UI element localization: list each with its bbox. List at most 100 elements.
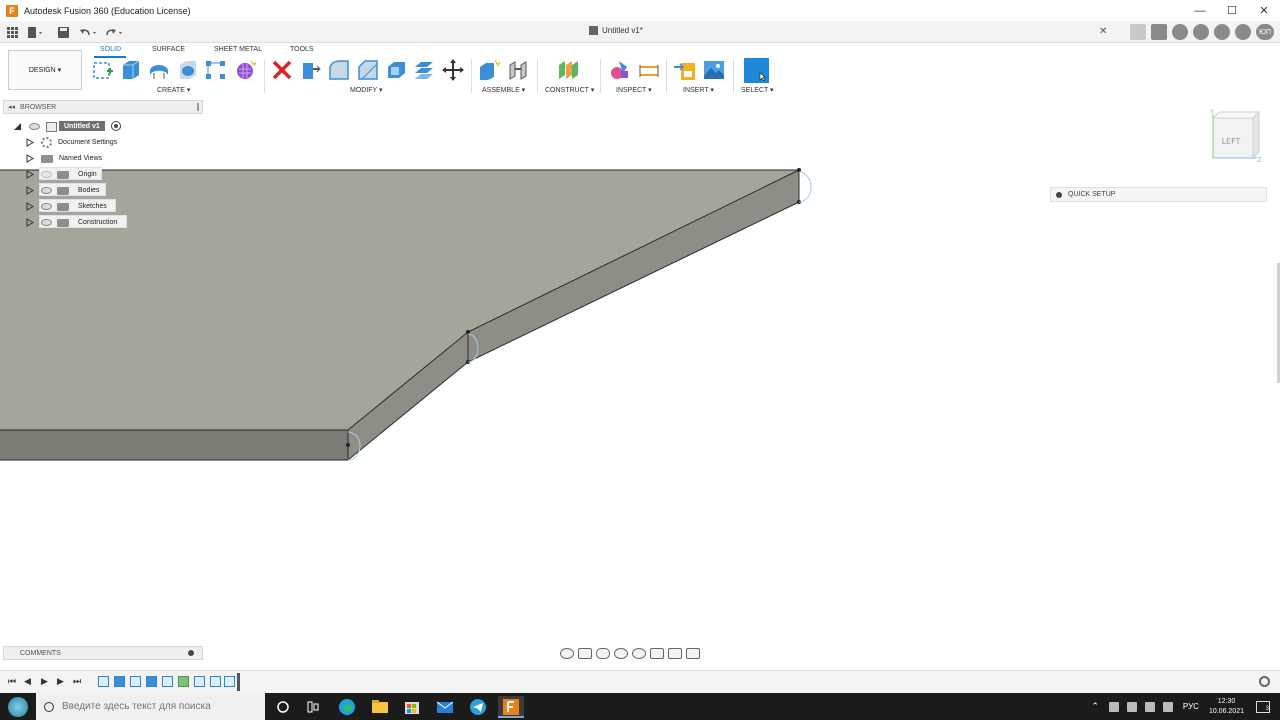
construct-menu[interactable]: CONSTRUCT ▾ [545,86,594,94]
timeline-sketch-feature[interactable] [162,676,173,687]
browser-panel-header[interactable]: ◂◂ BROWSER [3,100,203,114]
fusion-taskbar-icon[interactable] [498,696,524,718]
grid-snaps-icon[interactable] [668,647,682,659]
visibility-eye-icon[interactable] [29,123,40,130]
joint-icon[interactable] [507,59,529,81]
shell-icon[interactable] [385,59,407,81]
chamfer-icon[interactable] [357,59,379,81]
maximize-button[interactable]: ☐ [1216,0,1248,21]
create-form-icon[interactable] [234,59,256,81]
visibility-eye-icon[interactable] [41,203,52,210]
modify-menu[interactable]: MODIFY ▾ [350,86,383,94]
browser-item-bodies[interactable]: Bodies [26,184,99,197]
expand-triangle-icon[interactable] [26,138,34,147]
taskbar-search-input[interactable] [62,701,252,712]
timeline-last-icon[interactable]: ⏭ [73,676,81,687]
new-tab-icon[interactable] [1130,24,1146,40]
job-status-icon[interactable] [1151,24,1167,40]
fillet-icon[interactable] [328,59,350,81]
visibility-eye-icon[interactable] [41,171,52,178]
taskbar-clock[interactable]: 12:30 10.06.2021 [1209,697,1244,717]
quick-setup-panel[interactable]: QUICK SETUP [1050,187,1267,202]
select-tool-icon[interactable] [744,58,769,83]
measure-icon[interactable] [609,59,631,81]
collapse-browser-icon[interactable]: ◂◂ [8,103,15,111]
browser-item-sketches[interactable]: Sketches [26,200,107,213]
learning-icon[interactable] [1214,24,1230,40]
expand-triangle-icon[interactable] [26,186,34,195]
language-indicator[interactable]: РУС [1183,702,1199,711]
browser-root-label[interactable]: Untitled v1 [59,121,105,131]
inspect-menu[interactable]: INSPECT ▾ [616,86,652,94]
browser-item-origin[interactable]: Origin [26,168,97,181]
create-menu[interactable]: CREATE ▾ [157,86,190,94]
notifications-icon[interactable] [1193,24,1209,40]
insert-canvas-icon[interactable] [703,59,725,81]
create-sketch-icon[interactable] [92,59,114,81]
help-icon[interactable] [1235,24,1251,40]
hole-icon[interactable] [177,59,199,81]
start-button-icon[interactable] [8,697,28,717]
action-center-icon[interactable]: 3 [1256,700,1270,713]
fit-view-icon[interactable] [632,647,646,659]
redo-icon[interactable] [106,24,124,40]
taskbar-search[interactable] [36,693,265,720]
file-menu-icon[interactable] [28,24,44,40]
timeline-sketch-feature[interactable] [210,676,221,687]
battery-icon[interactable] [1144,701,1155,712]
data-panel-icon[interactable] [7,24,18,40]
viewcube-face-label[interactable]: LEFT [1222,137,1241,146]
timeline-view-icon[interactable] [302,696,324,718]
look-at-icon[interactable] [578,647,592,659]
insert-derive-icon[interactable] [674,59,696,81]
quick-setup-toggle-icon[interactable] [1056,191,1062,198]
viewcube[interactable]: LEFT Y Z [1205,108,1265,166]
timeline-first-icon[interactable]: ⏮ [8,676,16,687]
browser-item-document-settings[interactable]: Document Settings [26,136,117,149]
timeline-plane-feature[interactable] [178,676,189,687]
telegram-icon[interactable] [467,696,489,718]
network-icon[interactable] [1126,701,1137,712]
interference-icon[interactable] [638,59,660,81]
model-front-face[interactable] [0,430,348,460]
expand-triangle-icon[interactable] [26,170,34,179]
zoom-icon[interactable] [614,647,628,659]
extensions-icon[interactable] [1172,24,1188,40]
timeline-next-icon[interactable]: ▶ [57,676,64,687]
timeline-extrude-feature[interactable] [146,676,157,687]
show-hidden-icons-icon[interactable]: ⌃ [1091,701,1099,712]
display-settings-icon[interactable] [650,647,664,659]
move-copy-icon[interactable] [442,59,464,81]
scale-icon[interactable] [413,59,435,81]
tab-surface[interactable]: SURFACE [152,46,185,53]
delete-icon[interactable] [271,59,293,81]
comments-panel[interactable]: COMMENTS [3,646,203,660]
offset-plane-icon[interactable] [557,59,579,81]
visibility-eye-icon[interactable] [41,187,52,194]
viewports-icon[interactable] [686,647,700,659]
tab-sheet-metal[interactable]: SHEET METAL [214,46,262,53]
collapse-triangle-icon[interactable] [13,122,22,131]
timeline-sketch-feature[interactable] [224,676,235,687]
browser-item-named-views[interactable]: Named Views [26,152,102,165]
undo-icon[interactable] [80,24,98,40]
select-menu[interactable]: SELECT ▾ [741,86,774,94]
workspace-switcher-button[interactable]: DESIGN ▾ [8,50,82,90]
insert-menu[interactable]: INSERT ▾ [683,86,714,94]
document-tab-close-icon[interactable]: ✕ [1099,26,1107,37]
task-view-icon[interactable] [272,696,294,718]
timeline-sketch-feature[interactable] [130,676,141,687]
document-tab[interactable]: Untitled v1* [589,26,643,35]
mail-icon[interactable] [434,696,456,718]
tab-solid[interactable]: SOLID [100,46,121,53]
add-comment-icon[interactable] [188,650,194,656]
assemble-menu[interactable]: ASSEMBLE ▾ [482,86,525,94]
file-explorer-icon[interactable] [369,696,391,718]
store-icon[interactable] [401,696,423,718]
timeline-extrude-feature[interactable] [114,676,125,687]
timeline-play-icon[interactable]: ▶ [41,676,48,687]
timeline-sketch-feature[interactable] [194,676,205,687]
timeline-previous-icon[interactable]: ◀ [24,676,31,687]
press-pull-icon[interactable] [299,59,321,81]
save-icon[interactable] [58,24,69,40]
